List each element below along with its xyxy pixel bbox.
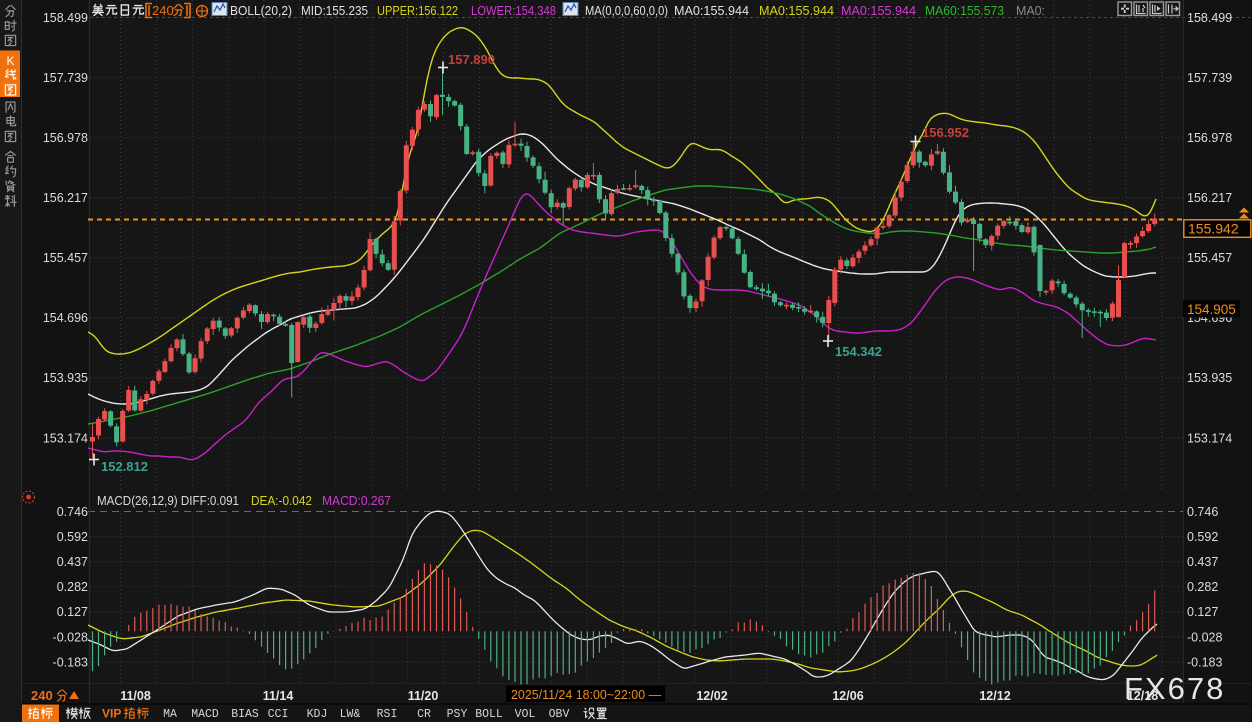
svg-text:152.812: 152.812 <box>101 459 148 474</box>
svg-text:0.127: 0.127 <box>1187 605 1218 619</box>
svg-text:12/02: 12/02 <box>696 689 727 703</box>
svg-text:MA(0,0,0,60,0,0): MA(0,0,0,60,0,0) <box>585 4 668 18</box>
svg-text:0.282: 0.282 <box>1187 580 1218 594</box>
svg-text:MA0:155.944: MA0:155.944 <box>759 4 834 18</box>
svg-text:157.739: 157.739 <box>1187 71 1232 85</box>
svg-text:-0.028: -0.028 <box>53 630 88 644</box>
svg-text:156.217: 156.217 <box>43 191 88 205</box>
svg-text:2025/11/24 18:00~22:00 —: 2025/11/24 18:00~22:00 — <box>511 688 661 702</box>
svg-text:LOWER:154.348: LOWER:154.348 <box>471 4 556 18</box>
svg-text:MA0:: MA0: <box>1016 4 1045 18</box>
svg-text:153.174: 153.174 <box>43 431 88 445</box>
svg-text:0.437: 0.437 <box>1187 555 1218 569</box>
svg-text:154.905: 154.905 <box>1187 302 1236 317</box>
svg-text:158.499: 158.499 <box>43 11 88 25</box>
svg-text:BIAS: BIAS <box>231 708 259 721</box>
svg-text:154.342: 154.342 <box>835 344 882 359</box>
svg-text:LW&: LW& <box>340 708 361 721</box>
svg-text:155.457: 155.457 <box>43 251 88 265</box>
svg-text:11/20: 11/20 <box>408 689 439 703</box>
svg-text:-0.028: -0.028 <box>1187 630 1222 644</box>
svg-text:MA0:155.944: MA0:155.944 <box>841 4 916 18</box>
svg-text:0.437: 0.437 <box>57 555 88 569</box>
svg-text:RSI: RSI <box>377 708 398 721</box>
svg-text:11/14: 11/14 <box>263 689 294 703</box>
svg-text:BOLL: BOLL <box>475 708 503 721</box>
svg-text:0.282: 0.282 <box>57 580 88 594</box>
svg-text:0.127: 0.127 <box>57 605 88 619</box>
svg-text:155.942: 155.942 <box>1188 221 1239 237</box>
svg-text:K: K <box>6 54 14 68</box>
svg-text:MID:155.235: MID:155.235 <box>301 4 368 18</box>
svg-text:MACD: MACD <box>191 708 219 721</box>
svg-text:153.935: 153.935 <box>1187 371 1232 385</box>
svg-text:153.174: 153.174 <box>1187 431 1232 445</box>
svg-text:157.739: 157.739 <box>43 71 88 85</box>
svg-text:-0.183: -0.183 <box>53 655 88 669</box>
svg-text:MA0:155.944: MA0:155.944 <box>674 4 749 18</box>
svg-text:156.217: 156.217 <box>1187 191 1232 205</box>
svg-text:OBV: OBV <box>549 708 570 721</box>
svg-text:12/12: 12/12 <box>979 689 1010 703</box>
svg-text:UPPER:156.122: UPPER:156.122 <box>377 4 458 18</box>
svg-text:CCI: CCI <box>268 708 289 721</box>
svg-text:158.499: 158.499 <box>1187 11 1232 25</box>
svg-text:KDJ: KDJ <box>307 708 328 721</box>
svg-text:156.952: 156.952 <box>922 125 969 140</box>
svg-text:155.457: 155.457 <box>1187 251 1232 265</box>
svg-text:157.890: 157.890 <box>448 52 495 67</box>
svg-text:-0.183: -0.183 <box>1187 655 1222 669</box>
svg-text:VIP: VIP <box>102 707 121 721</box>
svg-text:VOL: VOL <box>515 708 536 721</box>
svg-text:BOLL(20,2): BOLL(20,2) <box>230 4 292 18</box>
svg-text:MACD(26,12,9) DIFF:0.091: MACD(26,12,9) DIFF:0.091 <box>97 494 239 508</box>
svg-text:11/08: 11/08 <box>120 689 151 703</box>
svg-text:154.696: 154.696 <box>43 311 88 325</box>
svg-text:DEA:-0.042: DEA:-0.042 <box>251 494 312 508</box>
svg-text:0.592: 0.592 <box>1187 530 1218 544</box>
svg-text:MA: MA <box>163 708 177 721</box>
svg-text:MACD:0.267: MACD:0.267 <box>322 494 391 508</box>
svg-text:156.978: 156.978 <box>1187 131 1232 145</box>
svg-text:240: 240 <box>152 3 174 18</box>
svg-text:CR: CR <box>417 708 431 721</box>
svg-text:PSY: PSY <box>447 708 468 721</box>
svg-text:12/06: 12/06 <box>832 689 863 703</box>
svg-text:0.746: 0.746 <box>57 505 88 519</box>
svg-text:240: 240 <box>31 688 53 703</box>
svg-text:0.592: 0.592 <box>57 530 88 544</box>
svg-text:0.746: 0.746 <box>1187 505 1218 519</box>
svg-text:MA60:155.573: MA60:155.573 <box>925 4 1004 18</box>
svg-text:156.978: 156.978 <box>43 131 88 145</box>
svg-text:153.935: 153.935 <box>43 371 88 385</box>
svg-text:FX678: FX678 <box>1124 671 1225 706</box>
